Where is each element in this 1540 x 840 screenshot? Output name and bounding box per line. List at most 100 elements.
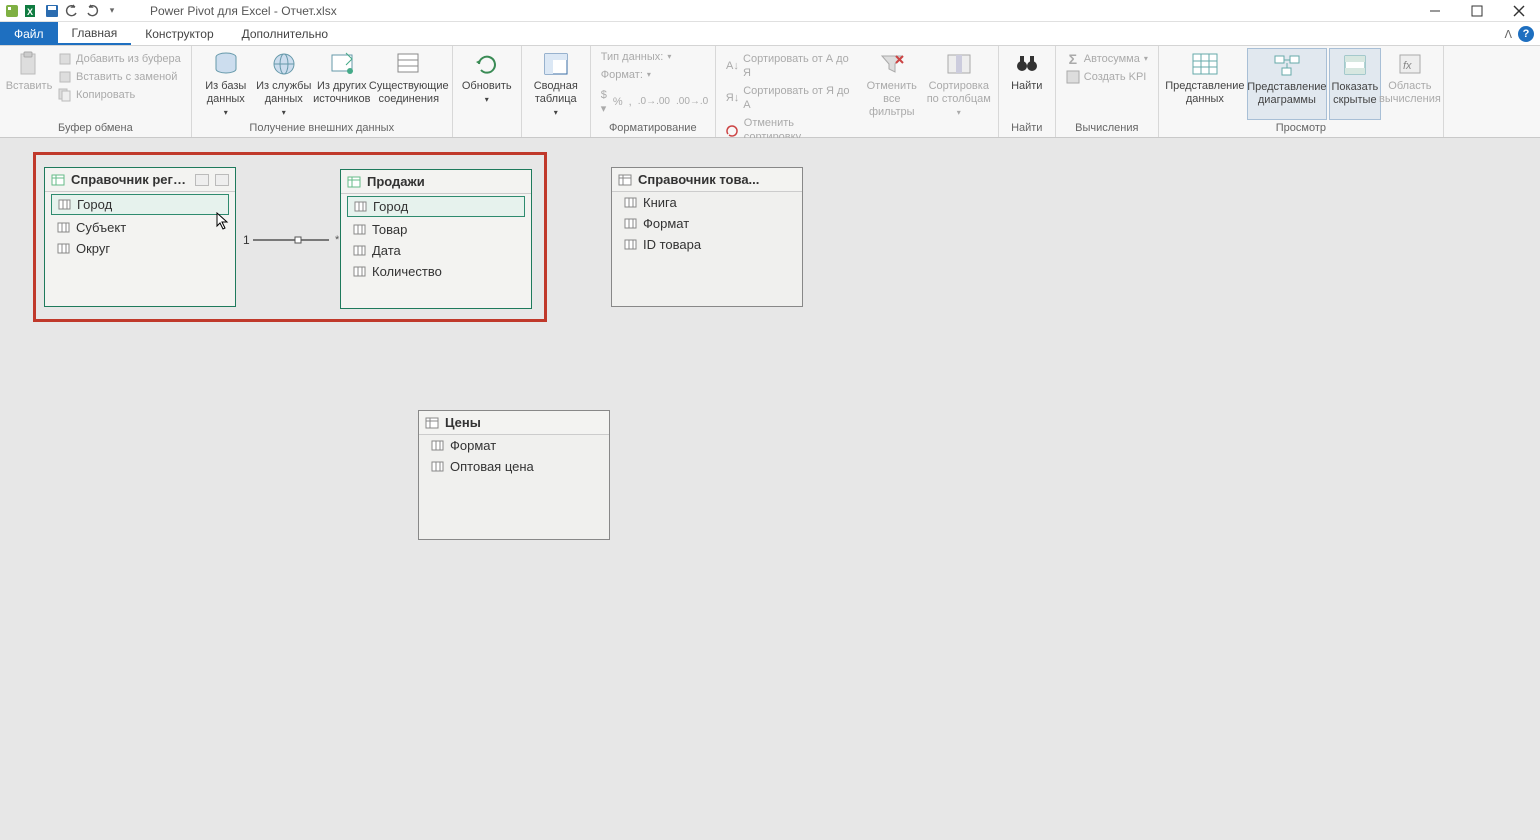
field-prices-format[interactable]: Формат [419, 435, 609, 456]
clear-filters-button[interactable]: Отменить все фильтры [860, 48, 924, 120]
other-sources-icon [326, 50, 358, 78]
tab-design[interactable]: Конструктор [131, 22, 227, 45]
data-view-button[interactable]: Представление данных [1165, 48, 1245, 120]
table-prices-title: Цены [445, 415, 603, 430]
from-database-label: Из базы данных [198, 80, 254, 106]
minimize-button[interactable] [1414, 0, 1456, 22]
copy-icon [58, 88, 72, 102]
decrease-decimal-icon[interactable]: .00→.0 [676, 95, 708, 109]
collapse-ribbon-icon[interactable]: ᐱ [1504, 28, 1512, 41]
undo-icon[interactable] [64, 3, 80, 19]
redo-icon[interactable] [84, 3, 100, 19]
field-products-book[interactable]: Книга [612, 192, 802, 213]
close-button[interactable] [1498, 0, 1540, 22]
sort-by-column-button[interactable]: Сортировка по столбцам▾ [926, 48, 992, 120]
paste-label: Вставить [6, 80, 53, 93]
sigma-icon: Σ [1066, 52, 1080, 66]
sort-desc-button[interactable]: Я↓ Сортировать от Я до А [722, 82, 858, 114]
help-icon[interactable]: ? [1518, 26, 1534, 42]
table-sales-header[interactable]: Продажи [341, 170, 531, 194]
ribbon-group-clipboard: Вставить Добавить из буфера Вставить с з… [0, 46, 192, 137]
column-icon [57, 243, 70, 254]
field-products-book-label: Книга [643, 195, 677, 210]
autosum-button[interactable]: Σ Автосумма▾ [1062, 50, 1152, 68]
percent-icon[interactable]: % [613, 95, 623, 109]
refresh-button[interactable]: Обновить▾ [459, 48, 515, 120]
diagram-canvas[interactable]: * 1 Справочник реги... Город Субъект Окр… [0, 138, 1540, 840]
format-icons-row: $ ▾ % , .0→.00 .00→.0 [597, 84, 709, 118]
field-regions-district[interactable]: Округ [45, 238, 235, 259]
table-prices-header[interactable]: Цены [419, 411, 609, 435]
format-label: Формат: [601, 68, 643, 82]
create-kpi-label: Создать KPI [1084, 70, 1147, 84]
comma-icon[interactable]: , [629, 95, 632, 109]
calculation-area-button[interactable]: fx Область вычисления [1383, 48, 1437, 120]
window-title: Power Pivot для Excel - Отчет.xlsx [150, 4, 337, 18]
column-icon [353, 224, 366, 235]
table-sales[interactable]: Продажи Город Товар Дата Количество [340, 169, 532, 309]
existing-connections-button[interactable]: Существующие соединения [372, 48, 446, 120]
table-products-header[interactable]: Справочник това... [612, 168, 802, 192]
append-paste-button[interactable]: Добавить из буфера [54, 50, 185, 68]
table-regions-header[interactable]: Справочник реги... [45, 168, 235, 192]
table-regions[interactable]: Справочник реги... Город Субъект Округ [44, 167, 236, 307]
tab-home[interactable]: Главная [58, 22, 132, 45]
qat-dropdown-icon[interactable]: ▾ [104, 3, 120, 19]
from-database-button[interactable]: Из базы данных▾ [198, 48, 254, 120]
field-sales-product[interactable]: Товар [341, 219, 531, 240]
ribbon-tabs: Файл Главная Конструктор Дополнительно ᐱ… [0, 22, 1540, 46]
from-service-button[interactable]: Из службы данных▾ [256, 48, 312, 120]
pivot-group-label [528, 120, 584, 137]
field-regions-city[interactable]: Город [51, 194, 229, 215]
save-icon[interactable] [44, 3, 60, 19]
field-products-format[interactable]: Формат [612, 213, 802, 234]
column-icon [431, 440, 444, 451]
clear-filters-label1: Отменить [867, 80, 917, 93]
table-prices[interactable]: Цены Формат Оптовая цена [418, 410, 610, 540]
currency-icon[interactable]: $ ▾ [601, 88, 607, 116]
field-prices-format-label: Формат [450, 438, 496, 453]
sort-asc-button[interactable]: А↓ Сортировать от А до Я [722, 50, 858, 82]
tab-file[interactable]: Файл [0, 22, 58, 45]
sort-asc-icon: А↓ [726, 59, 739, 73]
field-sales-date[interactable]: Дата [341, 240, 531, 261]
create-kpi-button[interactable]: Создать KPI [1062, 68, 1152, 86]
field-regions-district-label: Округ [76, 241, 110, 256]
sort-asc-label: Сортировать от А до Я [743, 52, 854, 80]
sort-by-col-label2: по столбцам [927, 93, 991, 106]
view-group-label: Просмотр [1165, 120, 1437, 137]
format-row[interactable]: Формат: ▾ [597, 66, 709, 84]
show-hidden-button[interactable]: Показать скрытые [1329, 48, 1381, 120]
table-icon [347, 176, 361, 188]
field-prices-wholesale[interactable]: Оптовая цена [419, 456, 609, 477]
titlebar: X ▾ Power Pivot для Excel - Отчет.xlsx [0, 0, 1540, 22]
relationship-line[interactable]: * [235, 234, 345, 246]
table-products[interactable]: Справочник това... Книга Формат ID товар… [611, 167, 803, 307]
copy-button[interactable]: Копировать [54, 86, 185, 104]
paste-button[interactable]: Вставить [6, 48, 52, 120]
from-other-button[interactable]: Из других источников [314, 48, 370, 120]
maximize-button[interactable] [1456, 0, 1498, 22]
field-sales-qty[interactable]: Количество [341, 261, 531, 282]
field-sales-date-label: Дата [372, 243, 401, 258]
find-button[interactable]: Найти [1005, 48, 1049, 120]
svg-text:X: X [27, 7, 33, 17]
find-group-label: Найти [1005, 120, 1049, 137]
tab-advanced[interactable]: Дополнительно [228, 22, 342, 45]
datatype-row[interactable]: Тип данных: ▾ [597, 48, 709, 66]
existing-conn-label: Существующие соединения [369, 80, 449, 106]
field-sales-city[interactable]: Город [347, 196, 525, 217]
field-products-format-label: Формат [643, 216, 689, 231]
field-products-id[interactable]: ID товара [612, 234, 802, 255]
pivot-table-button[interactable]: Сводная таблица▾ [528, 48, 584, 120]
field-regions-subject[interactable]: Субъект [45, 217, 235, 238]
diagram-view-button[interactable]: Представление диаграммы [1247, 48, 1327, 120]
fx-area-icon: fx [1394, 50, 1426, 78]
increase-decimal-icon[interactable]: .0→.00 [638, 95, 670, 109]
field-sales-qty-label: Количество [372, 264, 442, 279]
table-header-btn2[interactable] [215, 174, 229, 186]
replace-paste-button[interactable]: Вставить с заменой [54, 68, 185, 86]
column-icon [624, 239, 637, 250]
table-header-btn1[interactable] [195, 174, 209, 186]
show-hidden-icon [1339, 51, 1371, 79]
